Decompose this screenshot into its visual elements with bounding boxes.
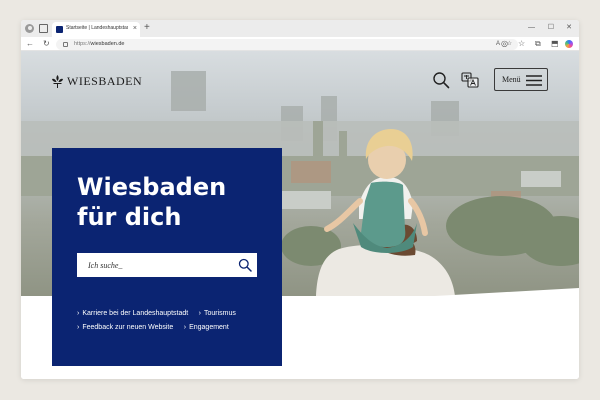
link-feedback[interactable]: Feedback zur neuen Website bbox=[77, 322, 173, 334]
browser-essentials-icon[interactable]: ⬒ bbox=[551, 38, 559, 49]
back-icon[interactable]: ← bbox=[26, 38, 34, 49]
link-engagement[interactable]: Engagement bbox=[184, 322, 229, 334]
url-text: https://wiesbaden.de bbox=[74, 40, 125, 47]
tab-actions-icon[interactable] bbox=[39, 24, 48, 33]
extensions-icon[interactable]: ◎ bbox=[501, 38, 508, 49]
web-page: WIESBADEN Menü Wiesbaden für dich Ich su… bbox=[21, 51, 579, 379]
hero-title: Wiesbaden für dich bbox=[77, 173, 227, 231]
collections-icon[interactable]: ⧉ bbox=[535, 38, 541, 49]
close-window-icon[interactable]: ✕ bbox=[566, 23, 572, 33]
tab-strip: Startseite | Landeshauptstadt Wiesbaden … bbox=[21, 20, 579, 37]
hero-search-box bbox=[77, 253, 257, 277]
maximize-icon[interactable]: ☐ bbox=[548, 23, 554, 33]
minimize-icon[interactable]: — bbox=[528, 23, 535, 33]
address-bar[interactable]: https://wiesbaden.de A ☆ bbox=[56, 38, 518, 50]
tab-close-icon[interactable]: × bbox=[133, 24, 137, 33]
browser-window: Startseite | Landeshauptstadt Wiesbaden … bbox=[21, 20, 579, 379]
profile-icon[interactable] bbox=[25, 24, 34, 33]
hero-panel: Wiesbaden für dich Karriere bei der Land… bbox=[52, 148, 282, 366]
favorites-icon[interactable]: ☆ bbox=[518, 38, 525, 49]
search-icon[interactable] bbox=[238, 258, 252, 272]
reload-icon[interactable]: ↻ bbox=[43, 38, 50, 49]
new-tab-button[interactable]: + bbox=[144, 22, 150, 34]
copilot-icon[interactable] bbox=[565, 40, 573, 48]
site-favicon-icon bbox=[56, 25, 63, 33]
hero-search-input[interactable] bbox=[77, 253, 227, 277]
active-tab[interactable]: Startseite | Landeshauptstadt Wiesbaden … bbox=[52, 22, 140, 37]
lock-icon bbox=[63, 41, 68, 47]
read-aloud-icon[interactable]: A bbox=[496, 40, 500, 49]
browser-toolbar: ← ↻ https://wiesbaden.de A ☆ ◎ ☆ ⧉ ⬒ bbox=[21, 37, 579, 51]
tab-title: Startseite | Landeshauptstadt Wiesbaden bbox=[66, 25, 128, 31]
quick-links: Karriere bei der Landeshauptstadt Touris… bbox=[77, 302, 277, 331]
